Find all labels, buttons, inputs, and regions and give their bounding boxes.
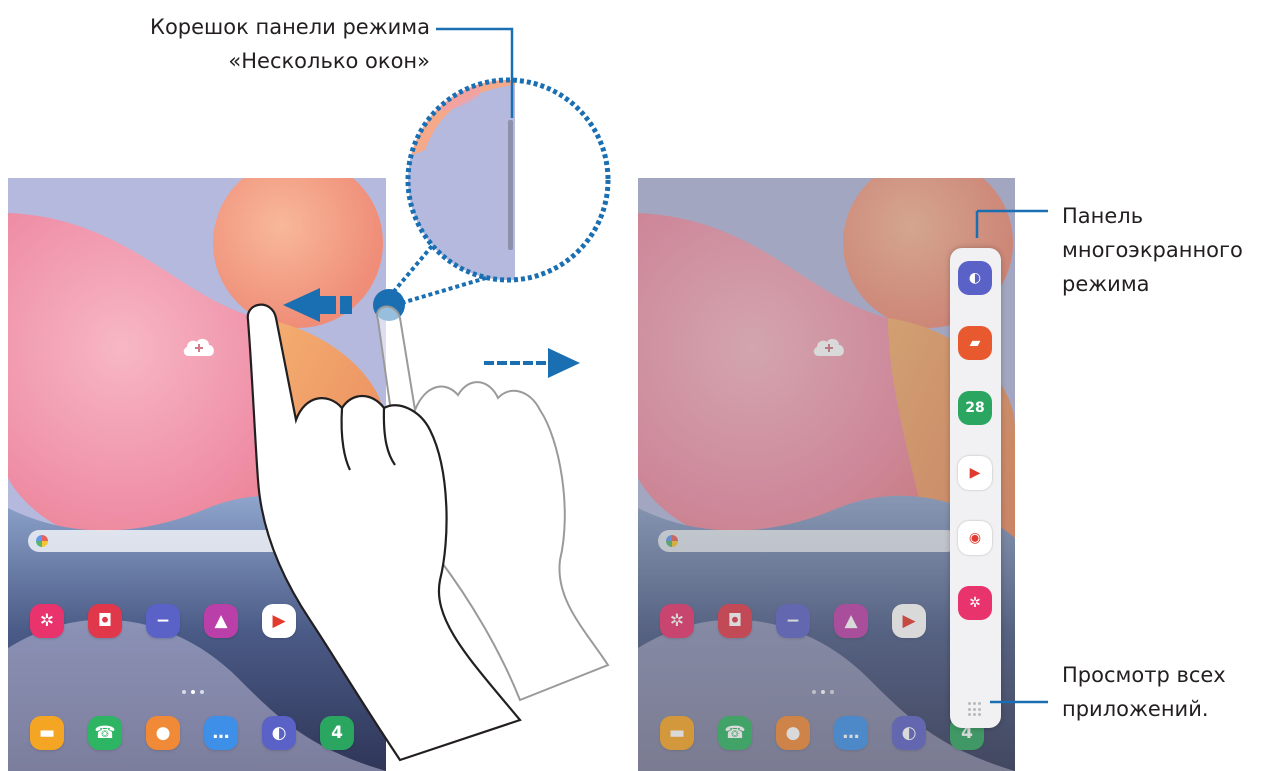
swipe-left-arrow-icon [283,288,352,322]
transition-arrow-icon [484,348,580,378]
illustration-overlay [246,27,1048,762]
panel-handle-tab [508,120,513,250]
